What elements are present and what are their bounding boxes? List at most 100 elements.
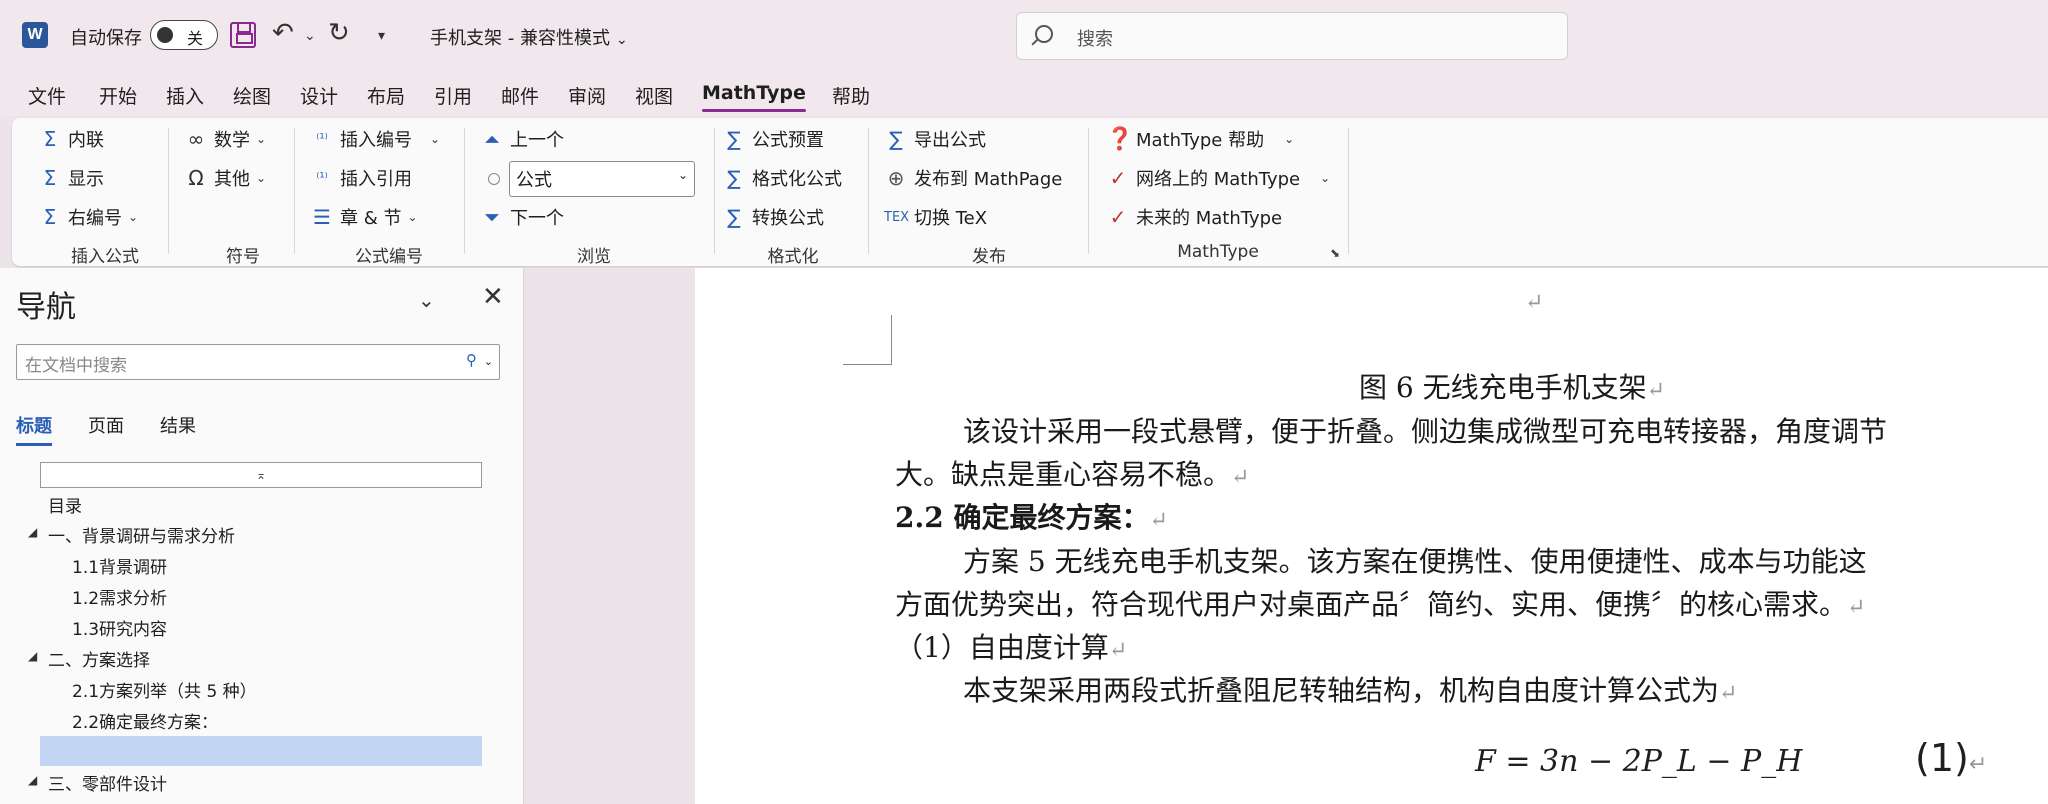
body-paragraph: 该设计采用一段式悬臂，便于折叠。侧边集成微型可充电转接器，角度调节 (963, 415, 1888, 448)
chapter-section-button[interactable]: ☰ 章 & 节 ⌄ (310, 204, 418, 230)
nav-tab-results[interactable]: 结果 (160, 412, 196, 438)
reference-icon: ⁽¹⁾ (316, 170, 328, 186)
formula-f[interactable]: F = 3n − 2P_L − P_H (1475, 744, 1802, 779)
insert-number-button[interactable]: ⁽¹⁾ 插入编号 ⌄ (310, 126, 440, 152)
document-title[interactable]: 手机支架 - 兼容性模式 ⌄ (430, 24, 628, 50)
chevron-down-icon[interactable]: ⌄ (484, 355, 493, 368)
nav-search-input[interactable]: 在文档中搜索 ⚲ ⌄ (16, 344, 500, 380)
mathtype-help-button[interactable]: ❓ MathType 帮助 ⌄ (1106, 126, 1294, 152)
nav-heading-item[interactable]: ◢ 一、背景调研与需求分析 (28, 522, 235, 547)
group-label-insert-formula: 插入公式 (71, 247, 139, 267)
nav-heading-item[interactable]: 1.3研究内容 (72, 615, 167, 640)
chevron-down-icon: ⌄ (256, 171, 267, 185)
tab-design[interactable]: 设计 (300, 82, 338, 109)
publish-mathpage-button[interactable]: ⊕ 发布到 MathPage (884, 165, 1063, 191)
autosave-label: 自动保存 (70, 28, 142, 49)
tab-review[interactable]: 审阅 (568, 82, 606, 109)
expand-triangle-icon[interactable]: ◢ (28, 773, 37, 787)
redo-icon[interactable]: ↻ (328, 18, 350, 48)
infinity-icon: ∞ (187, 127, 205, 151)
other-symbols-button[interactable]: Ω 其他 ⌄ (184, 165, 266, 191)
chevron-down-icon: ⌄ (430, 132, 441, 146)
nav-tab-pages[interactable]: 页面 (88, 412, 124, 438)
group-separator (464, 128, 465, 254)
nav-heading-item[interactable]: 2.2确定最终方案： (72, 708, 218, 733)
chevron-down-icon: ⌄ (1284, 132, 1295, 146)
group-separator (168, 128, 169, 254)
arrow-up-icon: ⏶ (484, 127, 500, 151)
chevron-down-icon: ⌄ (256, 132, 267, 146)
insert-reference-button[interactable]: ⁽¹⁾ 插入引用 (310, 165, 412, 191)
tab-home[interactable]: 开始 (99, 82, 137, 109)
nav-heading-item[interactable]: 2.1方案列举（共 5 种） (72, 677, 257, 702)
nav-heading-item[interactable]: 1.2需求分析 (72, 584, 167, 609)
close-icon[interactable]: ✕ (482, 282, 504, 312)
tab-layout[interactable]: 布局 (367, 82, 405, 109)
help-circle-icon: ❓ (1106, 126, 1134, 152)
autosave-toggle[interactable]: 关 (150, 20, 218, 50)
chevron-down-icon: ⌄ (1320, 171, 1331, 185)
inline-formula-button[interactable]: Σ 内联 (38, 126, 104, 152)
tab-view[interactable]: 视图 (635, 82, 673, 109)
nav-scroll-up[interactable]: ⌅ (40, 462, 482, 488)
browse-radio[interactable] (488, 173, 500, 185)
dialog-launcher-icon[interactable]: ⬊ (1330, 246, 1340, 260)
save-icon[interactable] (230, 22, 256, 48)
expand-triangle-icon[interactable]: ◢ (28, 649, 37, 663)
chevron-down-icon: ⌄ (407, 210, 418, 224)
search-icon (1035, 25, 1053, 43)
right-numbered-formula-button[interactable]: Σ 右编号 ⌄ (38, 204, 138, 230)
format-formula-button[interactable]: ∑ 格式化公式 (722, 165, 842, 191)
expand-triangle-icon[interactable]: ◢ (28, 525, 37, 539)
mathtype-online-button[interactable]: ✓ 网络上的 MathType ⌄ (1106, 165, 1331, 191)
previous-button[interactable]: ⏶ 上一个 (480, 126, 564, 152)
tab-help[interactable]: 帮助 (832, 82, 870, 109)
search-box[interactable]: 搜索 (1016, 12, 1568, 60)
toggle-tex-button[interactable]: TEX 切换 TeX (884, 204, 987, 230)
document-page[interactable]: ↵ 图 6 无线充电手机支架↵ 该设计采用一段式悬臂，便于折叠。侧边集成微型可充… (695, 268, 2048, 804)
margin-corner-mark (843, 364, 892, 365)
chevron-down-icon: ⌄ (615, 32, 628, 48)
sigma-icon: Σ (43, 205, 57, 229)
document-area: ↵ 图 6 无线充电手机支架↵ 该设计采用一段式悬臂，便于折叠。侧边集成微型可充… (525, 268, 2048, 804)
formula-presets-button[interactable]: ∑ 公式预置 (722, 126, 824, 152)
tab-file[interactable]: 文件 (28, 82, 66, 109)
nav-tab-headings[interactable]: 标题 (16, 412, 52, 446)
tab-mathtype[interactable]: MathType (702, 82, 806, 112)
display-formula-button[interactable]: Σ 显示 (38, 165, 104, 191)
section-heading: 2.2 确定最终方案：↵ (895, 501, 1168, 534)
format-icon: ∑ (727, 166, 741, 190)
nav-heading-item[interactable]: ◢ 二、方案选择 (28, 646, 150, 671)
search-icon[interactable]: ⚲ (466, 351, 477, 369)
group-label-browse: 浏览 (577, 247, 611, 267)
convert-formula-button[interactable]: ∑ 转换公式 (722, 204, 824, 230)
undo-icon[interactable]: ↶ (272, 18, 294, 48)
tab-draw[interactable]: 绘图 (233, 82, 271, 109)
export-formula-button[interactable]: ∑ 导出公式 (884, 126, 986, 152)
mathtype-future-button[interactable]: ✓ 未来的 MathType (1106, 204, 1282, 230)
customize-toolbar-icon[interactable]: ▾ (378, 28, 385, 44)
nav-heading-item-selected[interactable] (40, 736, 482, 766)
export-icon: ∑ (889, 127, 903, 151)
tab-mailings[interactable]: 邮件 (501, 82, 539, 109)
nav-heading-item[interactable]: ◢ 三、零部件设计 (28, 770, 167, 795)
word-logo-icon: W (22, 22, 48, 48)
sigma-icon: Σ (43, 127, 57, 151)
math-symbols-button[interactable]: ∞ 数学 ⌄ (184, 126, 266, 152)
tab-insert[interactable]: 插入 (166, 82, 204, 109)
browse-type-select[interactable]: 公式 ⌄ (509, 161, 695, 197)
toggle-knob (157, 27, 173, 43)
undo-dropdown-icon[interactable]: ⌄ (304, 28, 316, 44)
search-placeholder: 搜索 (1077, 29, 1113, 50)
chevron-down-icon[interactable]: ⌄ (418, 288, 435, 312)
figure-caption: 图 6 无线充电手机支架↵ (1359, 371, 1666, 404)
nav-heading-item[interactable]: 1.1背景调研 (72, 553, 167, 578)
body-paragraph: 本支架采用两段式折叠阻尼转轴结构，机构自由度计算公式为↵ (963, 674, 1738, 707)
nav-heading-item[interactable]: 目录 (48, 492, 82, 517)
chevron-down-icon: ⌄ (677, 168, 688, 182)
tex-icon: TEX (884, 209, 910, 225)
group-separator (1348, 128, 1349, 254)
group-separator (1088, 128, 1089, 254)
tab-references[interactable]: 引用 (434, 82, 472, 109)
next-button[interactable]: ⏷ 下一个 (480, 204, 564, 230)
